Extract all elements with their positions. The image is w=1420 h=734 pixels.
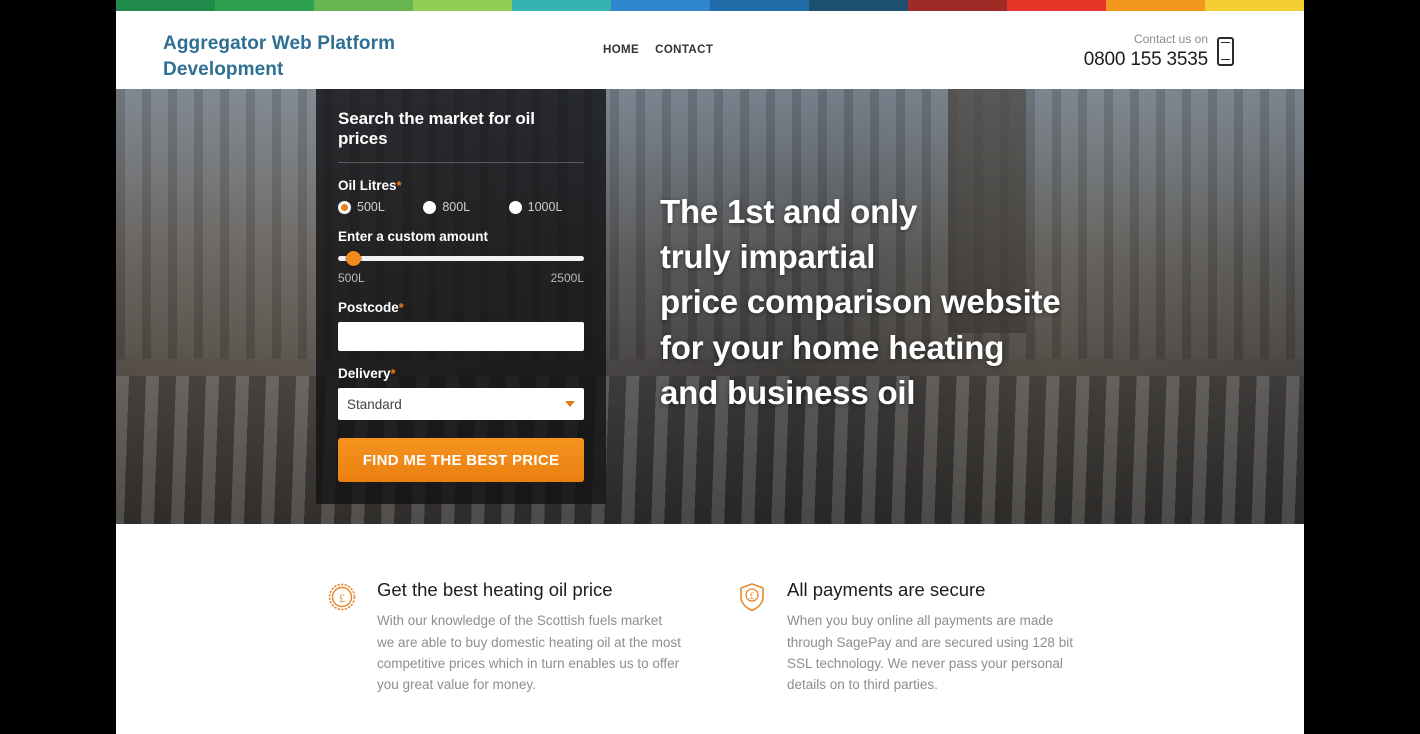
- radio-label-800l: 800L: [442, 200, 471, 214]
- radio-label-1000l: 1000L: [527, 200, 563, 214]
- site-logo[interactable]: Aggregator Web Platform Development: [163, 31, 423, 82]
- color-strip-segment-8: [908, 0, 1007, 11]
- color-strip-segment-4: [512, 0, 611, 11]
- top-color-strip: [116, 0, 1304, 11]
- slider-track[interactable]: [338, 256, 584, 261]
- color-strip-segment-11: [1205, 0, 1304, 11]
- contact-phone-number[interactable]: 0800 155 3535: [1084, 48, 1208, 72]
- headline-line-3: price comparison website: [660, 283, 1061, 321]
- slider-thumb[interactable]: [346, 251, 361, 266]
- oil-price-search-form: Search the market for oil prices Oil Lit…: [316, 89, 606, 504]
- color-strip-segment-2: [314, 0, 413, 11]
- feature-title: Get the best heating oil price: [377, 579, 613, 600]
- feature-body: With our knowledge of the Scottish fuels…: [377, 613, 681, 693]
- postcode-label-text: Postcode: [338, 300, 399, 315]
- radio-option-500l[interactable]: 500L: [338, 200, 413, 214]
- headline-line-2: truly impartial: [660, 238, 876, 276]
- hero-section: The 1st and only truly impartial price c…: [116, 89, 1304, 524]
- headline-line-4: for your home heating: [660, 328, 1005, 366]
- color-strip-segment-6: [710, 0, 809, 11]
- headline-line-5: and business oil: [660, 373, 916, 411]
- color-strip-segment-5: [611, 0, 710, 11]
- delivery-select[interactable]: Standard: [338, 388, 584, 420]
- color-strip-segment-10: [1106, 0, 1205, 11]
- oil-litres-label: Oil Litres*: [338, 178, 584, 193]
- radio-icon-800l[interactable]: [423, 200, 437, 214]
- delivery-label-text: Delivery: [338, 366, 391, 381]
- required-marker-litres: *: [396, 178, 402, 193]
- svg-text:£: £: [750, 591, 755, 601]
- feature-item-secure-payments: £ All payments are secure When you buy o…: [737, 579, 1147, 696]
- radio-icon-500l[interactable]: [338, 200, 351, 214]
- color-strip-segment-9: [1007, 0, 1106, 11]
- shield-pound-icon: £: [737, 579, 769, 696]
- feature-text-best-price: Get the best heating oil price With our …: [377, 579, 682, 696]
- main-nav: HOME CONTACT: [603, 44, 713, 56]
- color-strip-segment-3: [413, 0, 512, 11]
- slider-max-label: 2500L: [550, 271, 584, 285]
- radio-icon-1000l[interactable]: [508, 200, 522, 214]
- nav-item-contact[interactable]: CONTACT: [655, 44, 713, 56]
- custom-amount-label: Enter a custom amount: [338, 229, 489, 244]
- postcode-label: Postcode*: [338, 300, 584, 315]
- svg-text:£: £: [339, 591, 345, 605]
- hero-headline: The 1st and only truly impartial price c…: [660, 189, 1061, 415]
- required-marker-delivery: *: [390, 366, 396, 381]
- header-contact: Contact us on 0800 155 3535: [1084, 31, 1234, 72]
- delivery-label: Delivery*: [338, 366, 584, 381]
- slider-min-label: 500L: [338, 271, 365, 285]
- oil-litres-label-text: Oil Litres: [338, 178, 397, 193]
- pound-coin-icon: £: [327, 579, 359, 696]
- slider-scale: 500L 2500L: [338, 271, 584, 285]
- contact-text: Contact us on 0800 155 3535: [1084, 31, 1208, 72]
- color-strip-segment-1: [215, 0, 314, 11]
- color-strip-segment-7: [809, 0, 908, 11]
- logo-line-1: Aggregator Web Platform: [163, 33, 396, 54]
- feature-text-secure-payments: All payments are secure When you buy onl…: [787, 579, 1092, 696]
- features-grid: £ Get the best heating oil price With ou…: [116, 579, 1304, 734]
- features-section: £ Get the best heating oil price With ou…: [116, 524, 1304, 734]
- page-root: Aggregator Web Platform Development HOME…: [116, 0, 1304, 734]
- headline-line-1: The 1st and only: [660, 193, 918, 230]
- feature-item-best-price: £ Get the best heating oil price With ou…: [327, 579, 737, 696]
- radio-option-1000l[interactable]: 1000L: [508, 200, 584, 214]
- site-header: Aggregator Web Platform Development HOME…: [116, 11, 1304, 89]
- color-strip-segment-0: [116, 0, 215, 11]
- oil-litres-radio-group: 500L 800L 1000L: [338, 200, 584, 214]
- find-best-price-button[interactable]: FIND ME THE BEST PRICE: [338, 438, 584, 482]
- logo-line-2: Development: [163, 58, 284, 80]
- chevron-down-icon[interactable]: [565, 401, 575, 407]
- mobile-phone-icon: [1217, 36, 1234, 66]
- postcode-input[interactable]: [338, 322, 584, 351]
- required-marker-postcode: *: [398, 300, 404, 315]
- search-form-title: Search the market for oil prices: [338, 109, 584, 163]
- radio-option-800l[interactable]: 800L: [423, 200, 498, 214]
- radio-label-500l: 500L: [357, 200, 385, 214]
- feature-body: When you buy online all payments are mad…: [787, 613, 1073, 693]
- delivery-selected-value: Standard: [347, 396, 402, 412]
- custom-amount-slider[interactable]: [338, 251, 584, 266]
- nav-item-home[interactable]: HOME: [603, 44, 639, 56]
- contact-label: Contact us on: [1133, 32, 1208, 46]
- feature-title: All payments are secure: [787, 579, 986, 600]
